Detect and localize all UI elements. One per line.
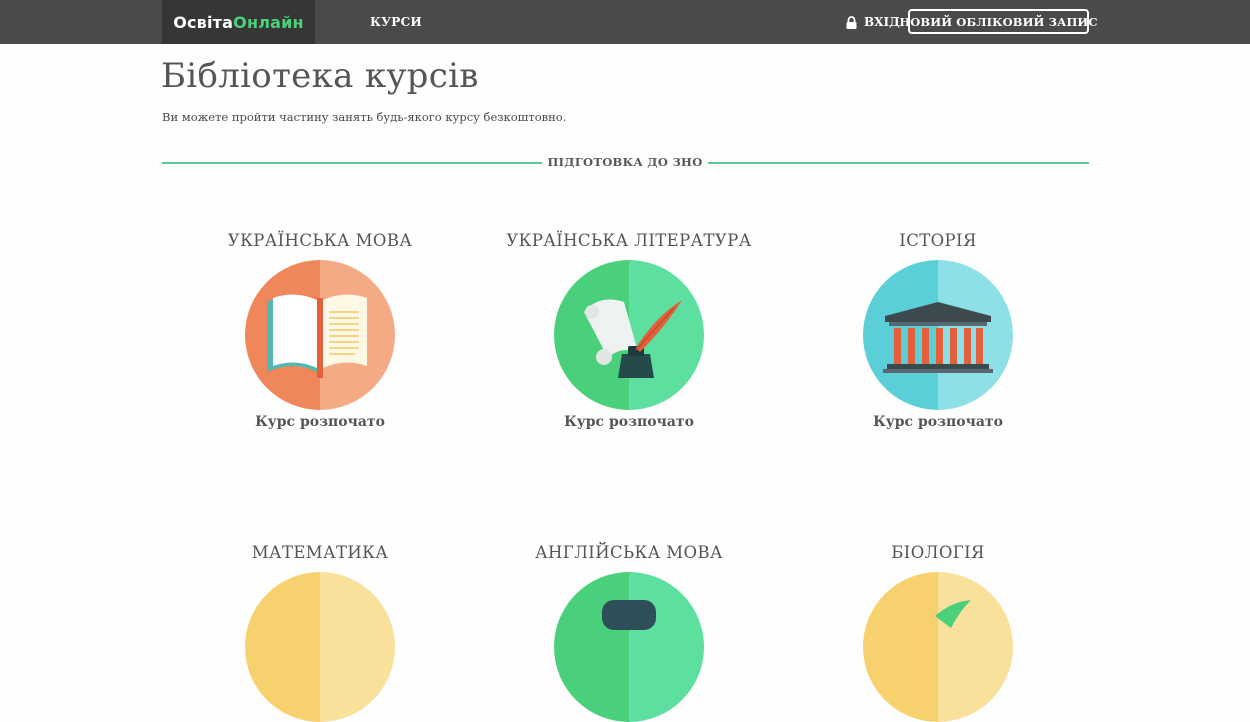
course-card-english[interactable]: АНГЛІЙСЬКА МОВА — [479, 542, 779, 722]
course-title: УКРАЇНСЬКА МОВА — [227, 231, 413, 250]
page-subtitle: Ви можете пройти частину занять будь-яко… — [162, 110, 567, 124]
course-card-history[interactable]: ІСТОРІЯ Курс розпочато — [788, 230, 1088, 430]
logo-text-accent: Онлайн — [233, 12, 304, 32]
section-label: ПІДГОТОВКА ДО ЗНО — [547, 155, 703, 169]
course-title: УКРАЇНСЬКА ЛІТЕРАТУРА — [506, 231, 752, 250]
course-title: МАТЕМАТИКА — [251, 543, 389, 562]
course-card-ukrainian-literature[interactable]: УКРАЇНСЬКА ЛІТЕРАТУРА Курс розпочато — [479, 230, 779, 430]
lock-icon — [846, 15, 857, 29]
section-divider-left — [162, 162, 542, 164]
course-title: ІСТОРІЯ — [899, 231, 977, 250]
temple-icon[interactable] — [863, 260, 1013, 410]
open-book-icon[interactable] — [245, 260, 395, 410]
site-logo[interactable]: Освіта Онлайн — [162, 0, 315, 44]
course-card-ukrainian-language[interactable]: УКРАЇНСЬКА МОВА Курс розпочато — [170, 230, 470, 430]
nav-courses-link[interactable]: КУРСИ — [370, 0, 422, 44]
leaf-icon[interactable] — [863, 572, 1013, 722]
english-icon[interactable] — [554, 572, 704, 722]
course-status: Курс розпочато — [564, 414, 694, 430]
course-card-mathematics[interactable]: МАТЕМАТИКА — [170, 542, 470, 722]
register-button[interactable]: НОВИЙ ОБЛІКОВИЙ ЗАПИС — [899, 9, 1098, 34]
top-navigation-bar: Освіта Онлайн КУРСИ ВХІД НОВИЙ ОБЛІКОВИЙ … — [0, 0, 1250, 44]
course-card-biology[interactable]: БІОЛОГІЯ — [788, 542, 1088, 722]
course-title: БІОЛОГІЯ — [891, 543, 985, 562]
course-status: Курс розпочато — [255, 414, 385, 430]
page-title: Бібліотека курсів — [161, 56, 479, 96]
math-icon[interactable] — [245, 572, 395, 722]
scroll-quill-icon[interactable] — [554, 260, 704, 410]
login-label: ВХІД — [864, 15, 900, 29]
course-status: Курс розпочато — [873, 414, 1003, 430]
logo-text-primary: Освіта — [173, 12, 234, 32]
login-link[interactable]: ВХІД — [846, 0, 900, 44]
section-divider-right — [708, 162, 1089, 164]
course-title: АНГЛІЙСЬКА МОВА — [535, 543, 723, 562]
